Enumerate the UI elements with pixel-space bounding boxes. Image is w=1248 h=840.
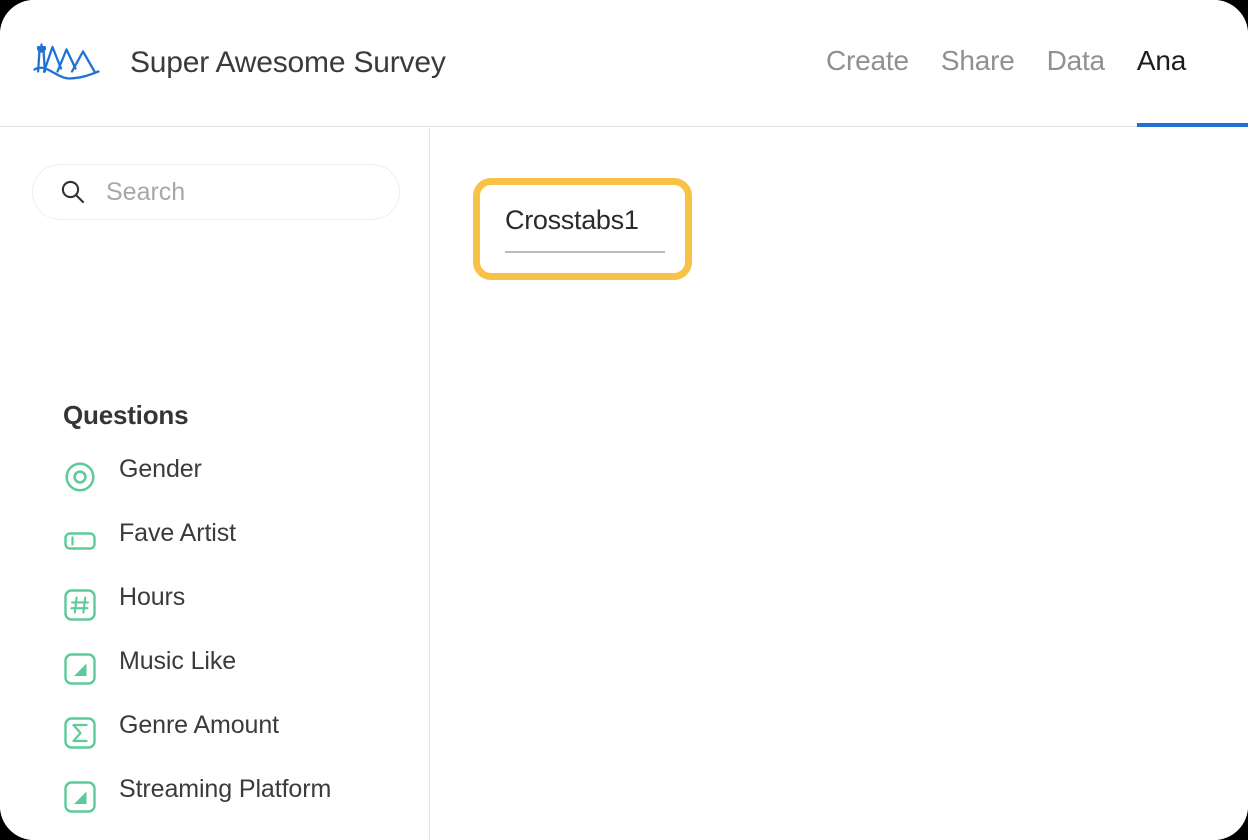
question-item-genre-amount[interactable]: Genre Amount: [0, 710, 429, 774]
crosstab-name-value[interactable]: Crosstabs1: [505, 205, 665, 236]
scale-triangle-icon: [64, 781, 96, 813]
number-hash-icon: [64, 589, 96, 621]
radio-button-icon: [65, 462, 95, 492]
questions-heading: Questions: [63, 400, 189, 430]
question-item-hours[interactable]: Hours: [0, 582, 429, 646]
question-item-gender[interactable]: Gender: [0, 454, 429, 518]
question-item-streaming-platform[interactable]: Streaming Platform: [0, 774, 429, 838]
nav-tab-analyze[interactable]: Ana: [1121, 45, 1248, 127]
brand[interactable]: Super Awesome Survey: [30, 40, 446, 86]
app-header: Super Awesome Survey Create Share Data A…: [0, 0, 1248, 127]
search-input[interactable]: [106, 177, 366, 207]
crosstab-name-field[interactable]: Crosstabs1: [505, 205, 665, 253]
question-label: Gender: [119, 455, 202, 483]
search-box[interactable]: [32, 164, 400, 220]
main-nav: Create Share Data Ana: [826, 0, 1248, 127]
nav-tab-share[interactable]: Share: [925, 45, 1031, 127]
crosstab-name-underline: [505, 251, 665, 253]
search-icon: [61, 180, 85, 204]
sigma-sum-icon: [64, 717, 96, 749]
question-label: Fave Artist: [119, 519, 236, 547]
question-item-fave-artist[interactable]: Fave Artist: [0, 518, 429, 582]
question-item-music-like[interactable]: Music Like: [0, 646, 429, 710]
app-window: Super Awesome Survey Create Share Data A…: [0, 0, 1248, 840]
text-field-icon: [64, 532, 96, 550]
lighthouse-mountains-logo: [33, 43, 100, 80]
crosstab-name-highlight: Crosstabs1: [473, 178, 692, 280]
question-label: Streaming Platform: [119, 775, 332, 803]
question-label: Music Like: [119, 647, 237, 675]
nav-tab-create[interactable]: Create: [826, 45, 925, 127]
scale-triangle-icon: [64, 653, 96, 685]
question-list: Gender Fave Artist Hours Music Like Genr…: [0, 454, 429, 840]
content-area: Crosstabs1: [431, 128, 1248, 840]
page-title: Super Awesome Survey: [130, 46, 446, 79]
nav-tab-data[interactable]: Data: [1031, 45, 1121, 127]
sidebar: Questions Gender Fave Artist: [0, 128, 430, 840]
question-label: Hours: [119, 583, 186, 611]
question-label: Genre Amount: [119, 711, 280, 739]
